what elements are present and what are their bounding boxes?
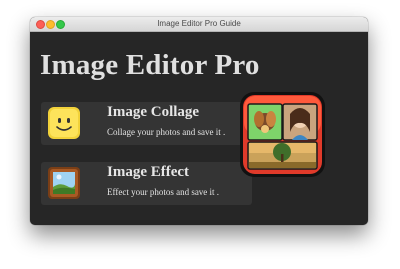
app-title: Image Editor Pro bbox=[40, 49, 260, 81]
window-title: Image Editor Pro Guide bbox=[157, 19, 241, 28]
app-logo-icon bbox=[240, 92, 325, 177]
title-bar[interactable]: Image Editor Pro Guide bbox=[30, 17, 368, 32]
image-effect-button[interactable]: Image Effect Effect your photos and save… bbox=[41, 162, 252, 205]
image-collage-title: Image Collage bbox=[107, 104, 200, 120]
photo-frame-icon bbox=[48, 167, 80, 199]
image-collage-button[interactable]: Image Collage Collage your photos and sa… bbox=[41, 102, 252, 145]
image-effect-title: Image Effect bbox=[107, 164, 190, 180]
image-collage-description: Collage your photos and save it . bbox=[107, 127, 226, 137]
image-effect-description: Effect your photos and save it . bbox=[107, 187, 220, 197]
smiley-face-icon bbox=[48, 107, 80, 139]
